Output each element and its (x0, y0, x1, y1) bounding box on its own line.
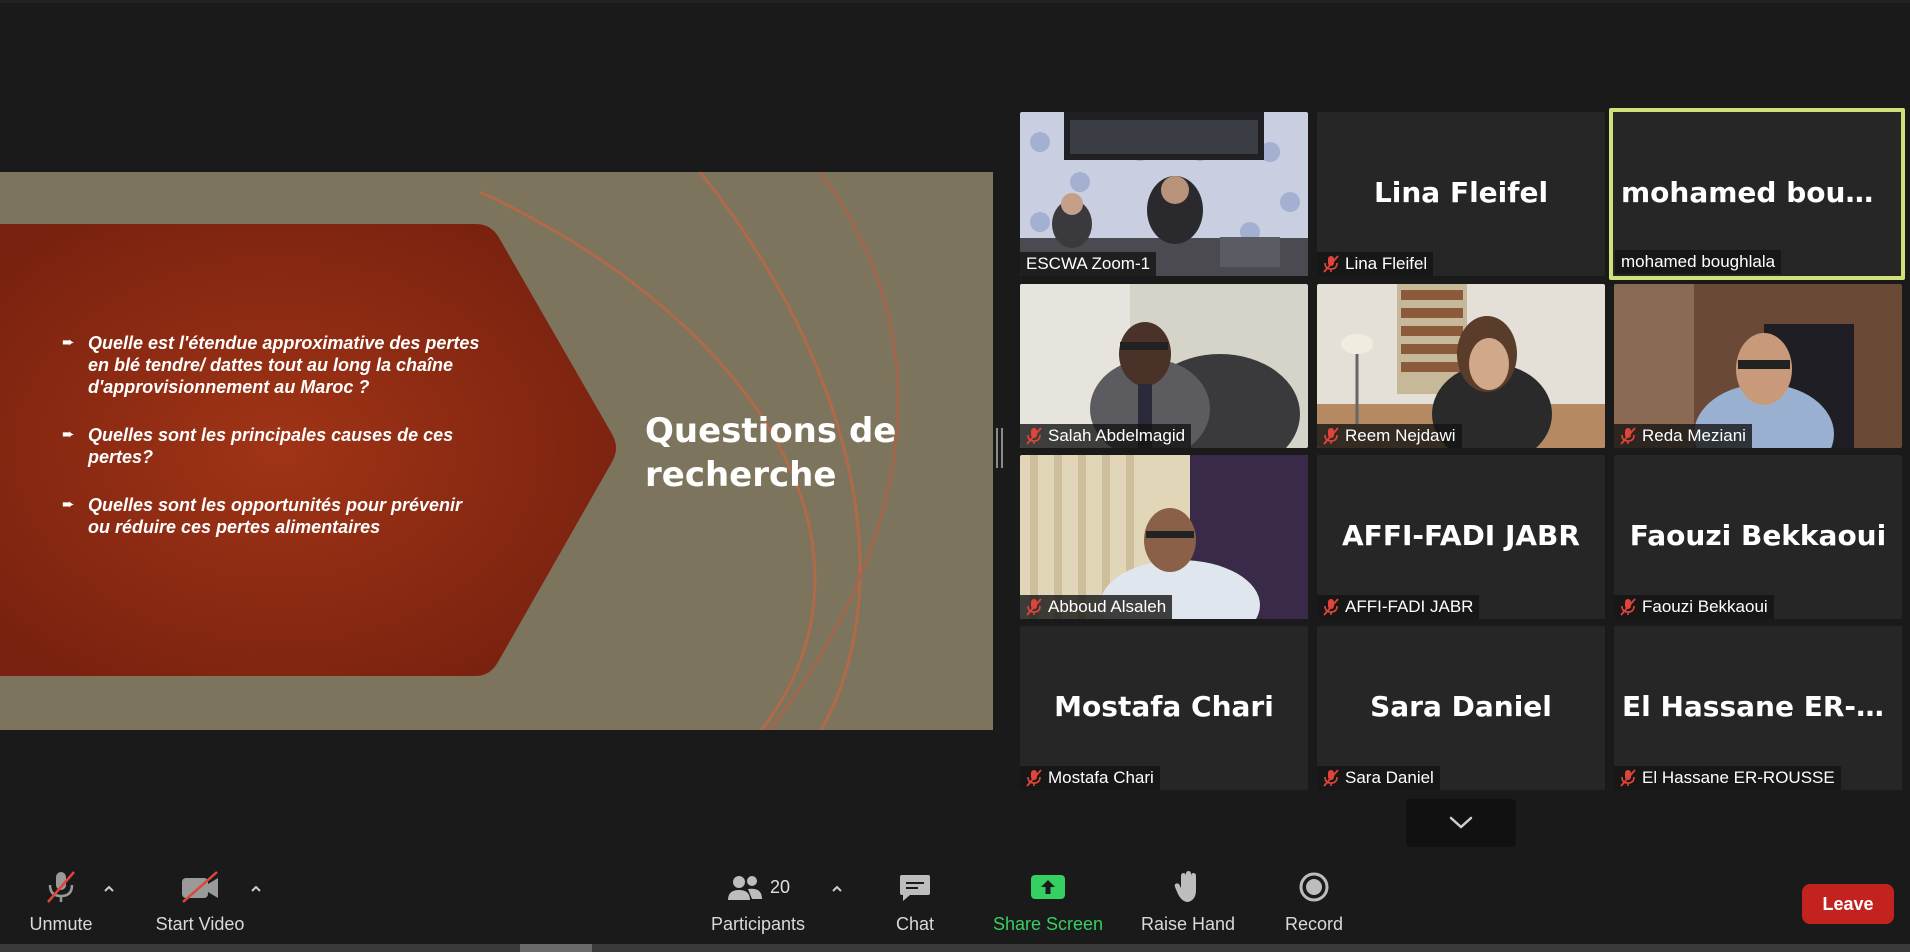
slide-bullet-list: ➨ Quelle est l'étendue approximative des… (62, 332, 482, 564)
participant-name-label: Lina Fleifel (1317, 252, 1434, 276)
bullet-text: Quelles sont les opportunités pour préve… (88, 495, 463, 537)
record-button[interactable]: Record (1276, 862, 1352, 944)
participants-count-badge: 20 (769, 876, 791, 897)
participant-tile[interactable]: Salah Abdelmagid (1020, 284, 1308, 448)
mic-muted-icon (1620, 598, 1636, 616)
participant-tile[interactable]: Abboud Alsaleh (1020, 455, 1308, 619)
participant-name: Abboud Alsaleh (1048, 597, 1167, 616)
mic-muted-icon (1323, 427, 1339, 445)
bullet-text: Quelle est l'étendue approximative des p… (88, 333, 480, 397)
slide-bullet: ➨ Quelles sont les opportunités pour pré… (62, 494, 482, 538)
participant-tile[interactable]: Faouzi Bekkaoui Faouzi Bekkaoui (1614, 455, 1902, 619)
participant-name-label: Faouzi Bekkaoui (1614, 595, 1774, 619)
participant-name-label: Sara Daniel (1317, 766, 1440, 790)
mic-muted-icon (1620, 427, 1636, 445)
participant-name: El Hassane ER-ROUSSE (1642, 768, 1835, 787)
unmute-button[interactable]: Unmute (20, 862, 102, 944)
participant-tile[interactable]: Sara Daniel Sara Daniel (1317, 626, 1605, 790)
raise-hand-label: Raise Hand (1140, 914, 1236, 934)
participant-name-label: El Hassane ER-ROUSSE (1614, 766, 1841, 790)
meeting-toolbar: Unmute Start Video 20 Participants Chat … (0, 862, 1910, 944)
participant-tile[interactable]: Mostafa Chari Mostafa Chari (1020, 626, 1308, 790)
participant-display-name: Faouzi Bekkaoui (1629, 519, 1887, 552)
bullet-arrow-icon: ➨ (62, 334, 75, 351)
mic-muted-icon (47, 871, 75, 903)
slide-bullet: ➨ Quelle est l'étendue approximative des… (62, 332, 482, 398)
bullet-arrow-icon: ➨ (62, 426, 75, 443)
chat-label: Chat (895, 914, 935, 934)
start-video-label: Start Video (155, 914, 245, 934)
participants-options-caret-icon[interactable] (830, 882, 844, 896)
participant-tile[interactable]: Reem Nejdawi (1317, 284, 1605, 448)
participant-name: AFFI-FADI JABR (1345, 597, 1474, 616)
participant-name: Sara Daniel (1345, 768, 1434, 787)
share-screen-icon (1031, 875, 1065, 899)
participant-name-label: Mostafa Chari (1020, 766, 1160, 790)
participant-tile[interactable]: ESCWA Zoom-1 (1020, 112, 1308, 276)
view-splitter-handle[interactable] (996, 428, 1004, 468)
participant-name-label: Reda Meziani (1614, 424, 1752, 448)
participant-tile[interactable]: AFFI-FADI JABR AFFI-FADI JABR (1317, 455, 1605, 619)
participants-button[interactable]: 20 Participants (706, 862, 810, 944)
mic-muted-icon (1026, 427, 1042, 445)
mic-muted-icon (1620, 769, 1636, 787)
participant-name: Lina Fleifel (1345, 254, 1428, 273)
shared-screen-slide: ➨ Quelle est l'étendue approximative des… (0, 172, 993, 730)
chevron-down-icon (1449, 816, 1473, 829)
raise-hand-button[interactable]: Raise Hand (1140, 862, 1236, 944)
taskbar-scroll-thumb[interactable] (520, 944, 592, 952)
participants-icon (727, 876, 762, 900)
participant-name: Faouzi Bekkaoui (1642, 597, 1768, 616)
taskbar-strip (0, 944, 1910, 952)
participant-name: ESCWA Zoom-1 (1026, 254, 1151, 273)
gallery-next-page-button[interactable] (1406, 799, 1516, 847)
participant-display-name: mohamed boug... (1621, 176, 1898, 209)
participant-name-label: Abboud Alsaleh (1020, 595, 1173, 619)
participant-name: Salah Abdelmagid (1048, 426, 1186, 445)
participant-name: Reda Meziani (1642, 426, 1746, 445)
participant-name-label: mohamed boughlala (1615, 250, 1782, 274)
participant-name: Mostafa Chari (1048, 768, 1154, 787)
participants-label: Participants (710, 914, 806, 934)
participant-tile[interactable]: Reda Meziani (1614, 284, 1902, 448)
chat-button[interactable]: Chat (880, 862, 950, 944)
participant-display-name: AFFI-FADI JABR (1342, 519, 1580, 552)
mic-muted-icon (1323, 598, 1339, 616)
mic-muted-icon (1323, 255, 1339, 273)
participant-tile-active-speaker[interactable]: mohamed boug... mohamed boughlala (1609, 108, 1905, 280)
record-icon (1299, 872, 1329, 902)
video-options-caret-icon[interactable] (249, 882, 263, 896)
leave-meeting-button[interactable]: Leave (1802, 884, 1894, 924)
raise-hand-icon (1174, 871, 1196, 902)
participant-display-name: Lina Fleifel (1373, 176, 1549, 209)
record-label: Record (1284, 914, 1344, 934)
participant-name-label: AFFI-FADI JABR (1317, 595, 1480, 619)
unmute-label: Unmute (29, 914, 93, 934)
window-top-edge (0, 0, 1910, 3)
mic-muted-icon (1026, 769, 1042, 787)
participant-display-name: Mostafa Chari (1054, 690, 1274, 723)
start-video-button[interactable]: Start Video (150, 862, 250, 944)
slide-title: Questions de recherche (645, 411, 897, 495)
chat-icon (900, 875, 930, 901)
bullet-text: Quelles sont les principales causes de c… (88, 425, 454, 467)
participant-tile[interactable]: El Hassane ER-R... El Hassane ER-ROUSSE (1614, 626, 1902, 790)
video-off-icon (182, 871, 218, 903)
participant-name-label: Salah Abdelmagid (1020, 424, 1192, 448)
participant-tile[interactable]: Lina Fleifel Lina Fleifel (1317, 112, 1605, 276)
participant-display-name: El Hassane ER-R... (1622, 690, 1902, 723)
share-screen-label: Share Screen (992, 914, 1104, 934)
audio-options-caret-icon[interactable] (102, 882, 116, 896)
mic-muted-icon (1323, 769, 1339, 787)
mic-muted-icon (1026, 598, 1042, 616)
share-screen-button[interactable]: Share Screen (990, 862, 1106, 944)
bullet-arrow-icon: ➨ (62, 496, 75, 513)
participant-name-label: Reem Nejdawi (1317, 424, 1462, 448)
participant-display-name: Sara Daniel (1370, 690, 1552, 723)
participant-name-label: ESCWA Zoom-1 (1020, 252, 1157, 276)
slide-bullet: ➨ Quelles sont les principales causes de… (62, 424, 482, 468)
participant-name: Reem Nejdawi (1345, 426, 1456, 445)
participant-name: mohamed boughlala (1621, 252, 1776, 271)
